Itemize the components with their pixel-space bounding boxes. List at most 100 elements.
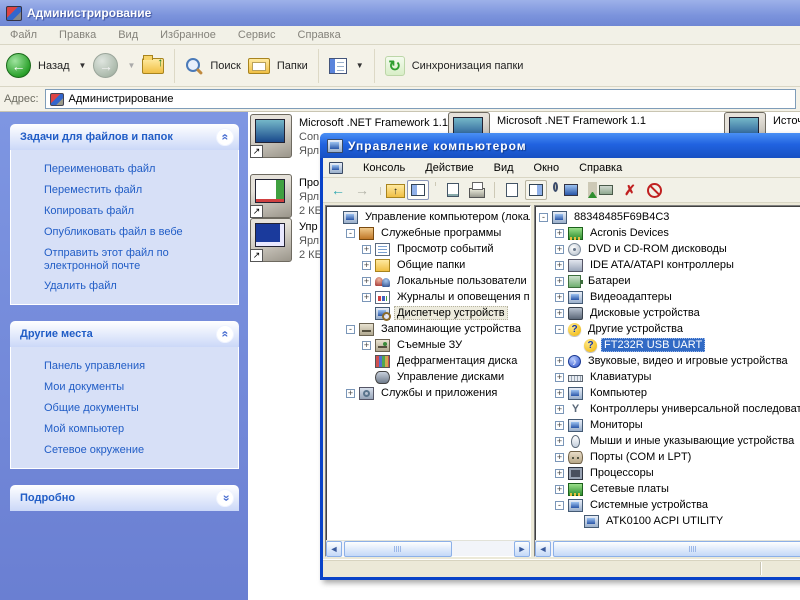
expand-toggle-icon[interactable]: + [555,405,564,414]
tree-row[interactable]: + Просмотр событий [328,241,530,257]
expand-toggle-icon[interactable]: - [539,213,548,222]
tree-row[interactable]: Дефрагментация диска [328,353,530,369]
expand-toggle-icon[interactable]: + [555,245,564,254]
place-link[interactable]: Панель управления [21,360,230,374]
task-link[interactable]: Удалить файл [21,280,230,294]
expand-toggle-icon[interactable]: + [555,421,564,430]
expand-toggle-icon[interactable]: - [555,501,564,510]
menu-item[interactable]: Справка [579,162,622,174]
tree-row[interactable]: + Мыши и иные указывающие устройства [537,433,800,449]
folders-icon[interactable] [248,58,270,74]
menu-item[interactable]: Вид [494,162,514,174]
menu-item[interactable]: Вид [118,29,138,41]
tree-row[interactable]: - Системные устройства [537,497,800,513]
panel-header-file-tasks[interactable]: Задачи для файлов и папок « [10,124,239,150]
task-link[interactable]: Опубликовать файл в вебе [21,226,230,240]
scroll-left-icon[interactable]: ◄ [326,541,342,557]
tree-row[interactable]: ATK0100 ACPI UTILITY [537,513,800,529]
folders-button[interactable]: Папки [277,60,308,72]
tree-row[interactable]: + Процессоры [537,465,800,481]
tree-row[interactable]: + Контроллеры универсальной последовате [537,401,800,417]
tree-row[interactable]: + Общие папки [328,257,530,273]
file-tile[interactable]: Упр Ярл 2 КБ [250,218,322,262]
sync-folder-button[interactable]: Синхронизация папки [412,60,524,72]
menu-item[interactable]: Действие [425,162,473,174]
help-icon[interactable] [501,180,523,200]
file-tile[interactable]: Про Ярл 2 КБ [250,174,322,218]
tree-row[interactable]: + Мониторы [537,417,800,433]
menu-item[interactable]: Избранное [160,29,216,41]
menu-item[interactable]: Окно [534,162,560,174]
menu-item[interactable]: Сервис [238,29,276,41]
tree-row[interactable]: - Запоминающие устройства [328,321,530,337]
chevron-up-icon[interactable]: « [216,325,234,343]
show-pane-icon[interactable] [525,180,547,200]
sync-folder-icon[interactable]: ↻ [385,56,405,76]
tree-row[interactable]: + Съемные ЗУ [328,337,530,353]
expand-toggle-icon[interactable]: + [555,453,564,462]
tree-row[interactable]: + Службы и приложения [328,385,530,401]
expand-toggle-icon[interactable]: + [555,293,564,302]
expand-toggle-icon[interactable]: + [555,373,564,382]
task-link[interactable]: Отправить этот файл по электронной почте [21,247,230,273]
task-link[interactable]: Переименовать файл [21,163,230,177]
expand-toggle-icon[interactable]: - [555,325,564,334]
disable-device-icon[interactable] [643,180,665,200]
search-icon[interactable] [185,57,203,75]
tree-row[interactable]: + Клавиатуры [537,369,800,385]
back-icon[interactable] [327,180,349,200]
up-folder-icon[interactable] [386,184,405,198]
forward-button-icon[interactable]: → [93,53,118,78]
expand-toggle-icon[interactable]: + [555,277,564,286]
panel-header-details[interactable]: Подробно « [10,485,239,511]
tree-row[interactable]: Управление дисками [328,369,530,385]
back-button[interactable]: Назад [38,60,70,72]
tree-row[interactable]: + Acronis Devices [537,225,800,241]
views-icon[interactable] [329,58,347,74]
expand-toggle-icon[interactable]: + [346,389,355,398]
tree-row[interactable]: + Журналы и оповещения пр [328,289,530,305]
task-link[interactable]: Переместить файл [21,184,230,198]
place-link[interactable]: Общие документы [21,402,230,416]
tree-row[interactable]: + Батареи [537,273,800,289]
chevron-down-icon[interactable]: « [216,489,234,507]
expand-toggle-icon[interactable]: + [555,357,564,366]
tree-row[interactable]: - Другие устройства [537,321,800,337]
tree-row[interactable]: + Видеоадаптеры [537,289,800,305]
back-dropdown-icon[interactable]: ▼ [79,61,87,70]
menu-item[interactable]: Справка [298,29,341,41]
update-driver-icon[interactable] [595,180,617,200]
title-bar[interactable]: Администрирование [0,0,800,26]
tree-row[interactable]: + Дисковые устройства [537,305,800,321]
views-dropdown-icon[interactable]: ▼ [356,61,364,70]
tree-row[interactable]: + Локальные пользователи [328,273,530,289]
tree-row[interactable]: - 88348485F69B4C3 [537,209,800,225]
task-link[interactable]: Копировать файл [21,205,230,219]
scrollbar-thumb[interactable] [344,541,452,557]
expand-toggle-icon[interactable]: + [555,389,564,398]
print-icon[interactable] [466,180,488,200]
expand-toggle-icon[interactable]: + [555,469,564,478]
menu-item[interactable]: Правка [59,29,96,41]
expand-toggle-icon[interactable]: + [362,277,371,286]
tree-row[interactable]: + Звуковые, видео и игровые устройства [537,353,800,369]
console-window-icon[interactable] [329,162,343,174]
expand-toggle-icon[interactable]: + [362,245,371,254]
menu-item[interactable]: Файл [10,29,37,41]
forward-dropdown-icon[interactable]: ▼ [127,61,135,70]
tree-row[interactable]: Управление компьютером (локаль [328,209,530,225]
properties-icon[interactable] [442,180,464,200]
forward-icon[interactable] [351,180,373,200]
place-link[interactable]: Мой компьютер [21,423,230,437]
uninstall-device-icon[interactable] [619,180,641,200]
menu-item[interactable]: Консоль [363,162,405,174]
expand-toggle-icon[interactable]: + [362,261,371,270]
expand-toggle-icon[interactable]: + [555,261,564,270]
scan-hardware-icon[interactable] [560,180,582,200]
place-link[interactable]: Мои документы [21,381,230,395]
expand-toggle-icon[interactable]: - [346,325,355,334]
tree-row[interactable]: + Порты (COM и LPT) [537,449,800,465]
back-button-icon[interactable]: ← [6,53,31,78]
place-link[interactable]: Сетевое окружение [21,444,230,458]
expand-toggle-icon[interactable]: + [362,341,371,350]
